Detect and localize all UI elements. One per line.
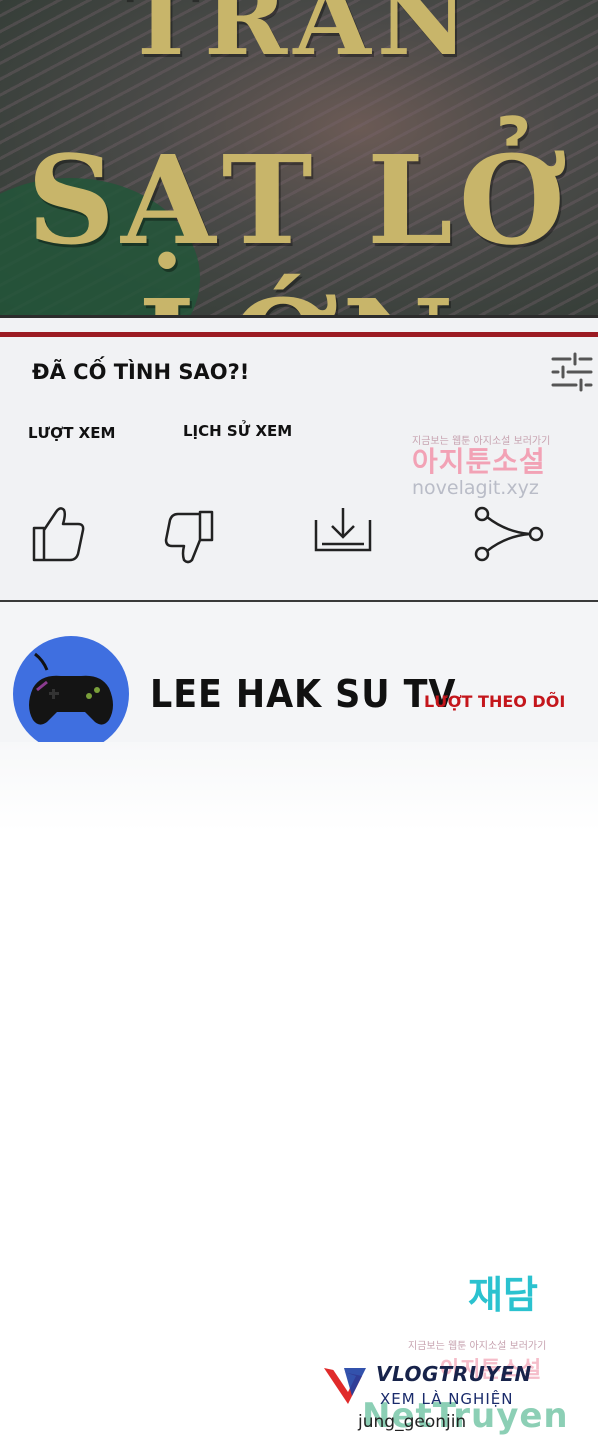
history-label[interactable]: LỊCH SỬ XEM — [183, 422, 292, 440]
follow-label[interactable]: LƯỢT THEO DÕI — [424, 692, 565, 711]
thumbs-down-icon[interactable] — [160, 502, 220, 566]
gamepad-icon — [29, 652, 113, 725]
artist-credit: jung_geonjin — [358, 1412, 467, 1432]
share-icon[interactable] — [470, 502, 550, 566]
banner-title-line1: TRẦN — [123, 0, 475, 78]
download-icon[interactable] — [312, 502, 372, 566]
chapter-banner: TRẦN SẠT LỞ LỚN — [0, 0, 598, 318]
progress-line — [0, 332, 598, 337]
views-label: LƯỢT XEM — [28, 424, 116, 442]
watermark-url: novelagit.xyz — [412, 477, 539, 499]
filter-sliders-icon[interactable] — [550, 352, 594, 392]
video-title: ĐÃ CỐ TÌNH SAO?! — [32, 360, 250, 384]
channel-avatar[interactable] — [13, 636, 129, 752]
video-info-panel: ĐÃ CỐ TÌNH SAO?! LƯỢT XEM LỊCH SỬ XEM 지금… — [0, 318, 598, 600]
kr-publisher-logo: 재담 — [468, 1273, 538, 1317]
channel-row: LEE HAK SU TV LƯỢT THEO DÕI — [0, 602, 598, 752]
watermark-bottom-small: 지금보는 웹툰 아지소설 보러가기 — [408, 1341, 547, 1352]
vlogtruyen-slogan: XEM LÀ NGHIỆN — [380, 1390, 514, 1408]
banner-title-line2: SẠT LỞ LỚN — [26, 128, 572, 318]
watermark-top: 지금보는 웹툰 아지소설 보러가기 아지툰소설 novelagit.xyz — [412, 432, 584, 499]
thumbs-up-icon[interactable] — [28, 502, 88, 566]
fade-area — [0, 742, 598, 832]
vlogtruyen-name: VLOGTRUYEN — [376, 1362, 532, 1386]
channel-name[interactable]: LEE HAK SU TV — [150, 672, 456, 716]
watermark-big-text: 아지툰소설 — [412, 445, 546, 478]
